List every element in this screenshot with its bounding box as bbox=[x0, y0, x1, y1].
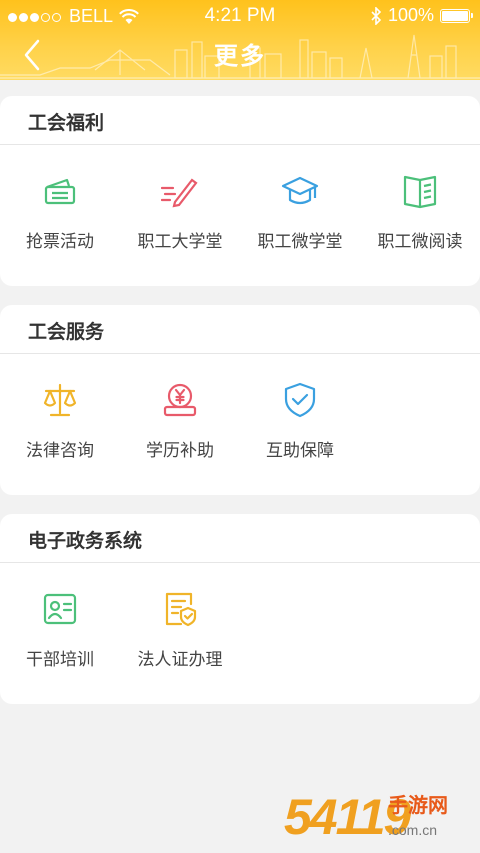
menu-item-workers-micro-class[interactable]: 职工微学堂 bbox=[240, 145, 360, 285]
pen-icon bbox=[161, 178, 198, 208]
section-grid: 抢票活动 职工大学堂 职工微学堂 职工微阅读 bbox=[0, 145, 480, 285]
section-card-welfare: 工会福利 抢票活动 职工大学堂 职工微学堂 职工微阅读 bbox=[0, 96, 480, 286]
section-card-egov: 电子政务系统 干部培训 法人证办理 bbox=[0, 514, 480, 704]
battery-icon bbox=[440, 8, 473, 23]
id-card-icon bbox=[43, 593, 77, 625]
watermark-url: .com.cn bbox=[388, 822, 438, 838]
menu-item-education-subsidy[interactable]: 学历补助 bbox=[120, 354, 240, 494]
menu-item-label: 干部培训 bbox=[26, 650, 94, 669]
menu-item-cadre-training[interactable]: 干部培训 bbox=[0, 563, 120, 703]
section-title: 工会服务 bbox=[0, 305, 480, 354]
menu-item-legal-person-certificate[interactable]: 法人证办理 bbox=[120, 563, 240, 703]
status-right: 100% bbox=[370, 5, 473, 26]
ticket-icon bbox=[44, 178, 76, 205]
section-title: 电子政务系统 bbox=[0, 514, 480, 563]
graduation-cap-icon bbox=[281, 176, 319, 205]
page-title: 更多 bbox=[214, 43, 266, 70]
watermark-text: 手游网 bbox=[388, 795, 448, 817]
menu-item-label: 职工微阅读 bbox=[377, 232, 463, 251]
battery-percent: 100% bbox=[387, 5, 434, 25]
menu-item-label: 互助保障 bbox=[266, 441, 334, 460]
section-grid: 法律咨询 学历补助 互助保障 bbox=[0, 354, 480, 494]
certificate-icon bbox=[165, 592, 197, 627]
section-grid: 干部培训 法人证办理 bbox=[0, 563, 480, 703]
yen-coin-icon bbox=[163, 383, 197, 417]
status-bar: BELL 4:21 PM 100% bbox=[0, 0, 480, 32]
scales-icon bbox=[43, 383, 77, 417]
menu-item-label: 职工大学堂 bbox=[137, 232, 223, 251]
section-title: 工会福利 bbox=[0, 96, 480, 145]
menu-item-workers-university[interactable]: 职工大学堂 bbox=[120, 145, 240, 285]
header-bar: BELL 4:21 PM 100% 更多 bbox=[0, 0, 480, 80]
menu-item-label: 职工微学堂 bbox=[257, 232, 343, 251]
menu-item-mutual-aid[interactable]: 互助保障 bbox=[240, 354, 360, 494]
menu-item-label: 抢票活动 bbox=[26, 232, 94, 251]
book-icon bbox=[403, 175, 437, 209]
menu-item-legal-consultation[interactable]: 法律咨询 bbox=[0, 354, 120, 494]
bluetooth-icon bbox=[371, 6, 382, 25]
menu-item-label: 学历补助 bbox=[146, 441, 214, 460]
watermark-logo: 54119 手游网 .com.cn bbox=[284, 789, 474, 849]
menu-item-label: 法律咨询 bbox=[26, 441, 94, 460]
menu-item-ticket-event[interactable]: 抢票活动 bbox=[0, 145, 120, 285]
shield-check-icon bbox=[284, 382, 316, 418]
section-card-services: 工会服务 法律咨询 学历补助 互助保障 bbox=[0, 305, 480, 495]
menu-item-workers-micro-reading[interactable]: 职工微阅读 bbox=[360, 145, 480, 285]
menu-item-label: 法人证办理 bbox=[137, 650, 223, 669]
